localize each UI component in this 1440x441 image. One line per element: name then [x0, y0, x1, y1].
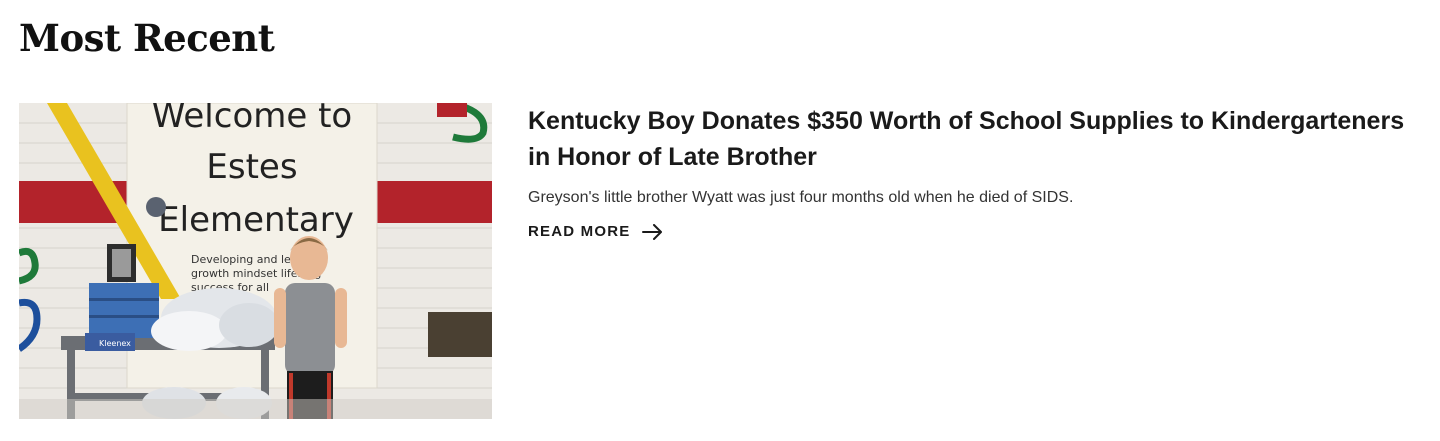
article-content: Kentucky Boy Donates $350 Worth of Schoo… — [528, 103, 1418, 241]
read-more-link[interactable]: READ MORE — [528, 223, 664, 240]
read-more-label: READ MORE — [528, 223, 631, 240]
article-headline[interactable]: Kentucky Boy Donates $350 Worth of Schoo… — [528, 103, 1418, 175]
article-excerpt: Greyson's little brother Wyatt was just … — [528, 189, 1074, 206]
most-recent-section: Most Recent Welcome to Estes Elementary … — [0, 0, 1440, 441]
tissue-brand: Kleenex — [99, 339, 131, 348]
sign-line-3: Elementary — [158, 200, 354, 240]
article-photo: Welcome to Estes Elementary Developing a… — [19, 103, 492, 419]
article-card: Welcome to Estes Elementary Developing a… — [19, 103, 1419, 419]
section-title: Most Recent — [19, 16, 275, 60]
sign-line-1: Welcome to — [152, 103, 352, 136]
sign-line-2: Estes — [206, 147, 297, 187]
article-thumbnail[interactable]: Welcome to Estes Elementary Developing a… — [19, 103, 492, 419]
arrow-right-icon — [642, 223, 663, 240]
